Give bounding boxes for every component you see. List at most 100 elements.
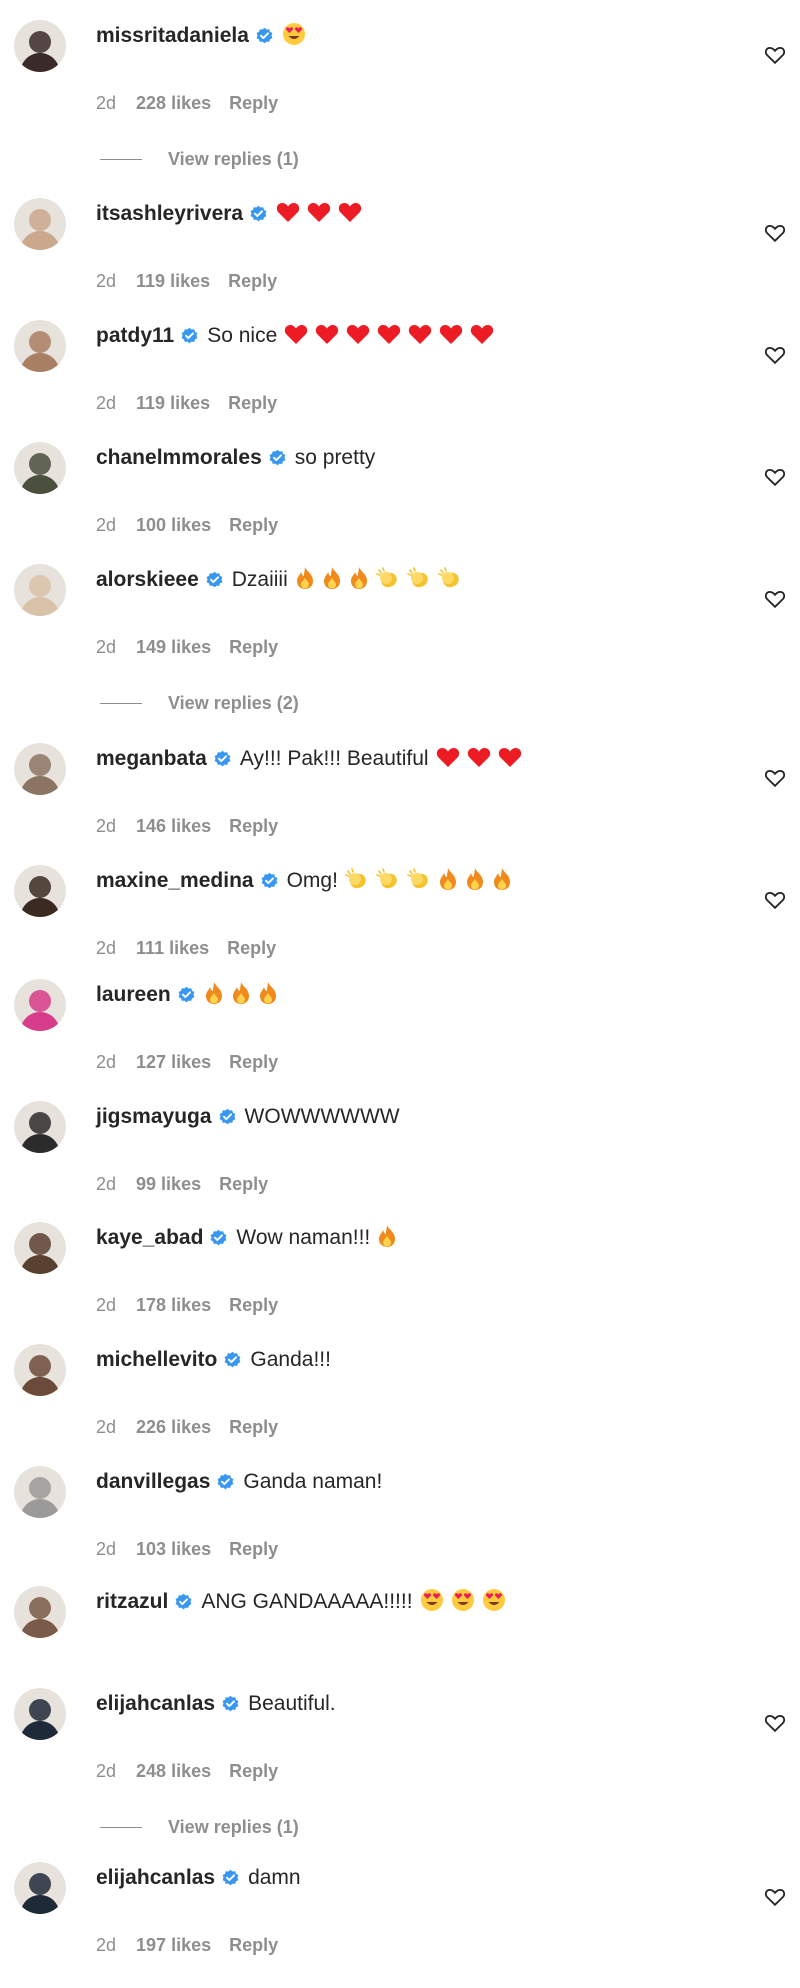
username[interactable]: alorskieee xyxy=(96,566,199,594)
username[interactable]: chanelmmorales xyxy=(96,444,262,472)
timestamp: 2d xyxy=(96,1295,117,1315)
avatar[interactable] xyxy=(14,1466,66,1518)
view-replies-button[interactable]: View replies (1) xyxy=(100,149,299,170)
username[interactable]: michellevito xyxy=(96,1346,217,1374)
like-count[interactable]: 100 likes xyxy=(136,515,211,535)
reply-button[interactable]: Reply xyxy=(228,271,277,291)
reply-button[interactable]: Reply xyxy=(227,938,276,958)
avatar[interactable] xyxy=(14,743,66,795)
username[interactable]: missritadaniela xyxy=(96,22,249,50)
fire-emoji xyxy=(258,981,278,1009)
comment-line: ritzazul ANG GANDAAAAA!!!!! xyxy=(96,1588,506,1616)
avatar[interactable] xyxy=(14,564,66,616)
username[interactable]: jigsmayuga xyxy=(96,1103,212,1131)
like-heart-icon[interactable] xyxy=(764,466,786,488)
like-heart-icon[interactable] xyxy=(764,588,786,610)
reply-button[interactable]: Reply xyxy=(228,393,277,413)
avatar[interactable] xyxy=(14,1586,66,1638)
verified-badge-icon xyxy=(249,205,268,224)
view-replies-button[interactable]: View replies (2) xyxy=(100,693,299,714)
like-count[interactable]: 127 likes xyxy=(136,1052,211,1072)
reply-button[interactable]: Reply xyxy=(229,1935,278,1955)
username[interactable]: patdy11 xyxy=(96,322,174,350)
comment-line: michellevito Ganda!!! xyxy=(96,1346,331,1374)
red-heart-emoji xyxy=(436,746,460,772)
reply-button[interactable]: Reply xyxy=(219,1174,268,1194)
avatar[interactable] xyxy=(14,1688,66,1740)
like-count[interactable]: 226 likes xyxy=(136,1417,211,1437)
username[interactable]: danvillegas xyxy=(96,1468,210,1496)
username[interactable]: laureen xyxy=(96,981,171,1009)
avatar[interactable] xyxy=(14,1344,66,1396)
reply-button[interactable]: Reply xyxy=(229,1052,278,1072)
username[interactable]: elijahcanlas xyxy=(96,1864,215,1892)
like-heart-icon[interactable] xyxy=(764,1712,786,1734)
avatar[interactable] xyxy=(14,979,66,1031)
like-count[interactable]: 248 likes xyxy=(136,1761,211,1781)
like-count[interactable]: 99 likes xyxy=(136,1174,201,1194)
reply-button[interactable]: Reply xyxy=(229,515,278,535)
reply-button[interactable]: Reply xyxy=(229,637,278,657)
red-heart-emoji xyxy=(276,201,300,227)
like-count[interactable]: 119 likes xyxy=(136,393,210,413)
avatar[interactable] xyxy=(14,1222,66,1274)
comment-meta: 2d 248 likes Reply xyxy=(96,1759,278,1783)
like-heart-icon[interactable] xyxy=(764,222,786,244)
like-count[interactable]: 111 likes xyxy=(136,938,209,958)
username[interactable]: kaye_abad xyxy=(96,1224,203,1252)
comment-meta: 2d 100 likes Reply xyxy=(96,513,278,537)
like-heart-icon[interactable] xyxy=(764,1886,786,1908)
comment-line: missritadaniela xyxy=(96,22,306,50)
reply-button[interactable]: Reply xyxy=(229,816,278,836)
avatar[interactable] xyxy=(14,320,66,372)
like-heart-icon[interactable] xyxy=(764,44,786,66)
comment-line: kaye_abad Wow naman!!! xyxy=(96,1224,397,1252)
avatar[interactable] xyxy=(14,198,66,250)
like-count[interactable]: 146 likes xyxy=(136,816,211,836)
verified-badge-icon xyxy=(221,1695,240,1714)
comment-meta: 2d 226 likes Reply xyxy=(96,1415,278,1439)
avatar[interactable] xyxy=(14,865,66,917)
reply-button[interactable]: Reply xyxy=(229,93,278,113)
username[interactable]: maxine_medina xyxy=(96,867,254,895)
comment-text: ANG GANDAAAAA!!!!! xyxy=(201,1590,413,1613)
username[interactable]: ritzazul xyxy=(96,1588,168,1616)
comment-text: damn xyxy=(248,1866,301,1889)
like-heart-icon[interactable] xyxy=(764,767,786,789)
fire-emoji xyxy=(322,566,342,594)
view-replies-button[interactable]: View replies (1) xyxy=(100,1817,299,1838)
red-heart-emoji xyxy=(307,201,331,227)
like-count[interactable]: 197 likes xyxy=(136,1935,211,1955)
username[interactable]: elijahcanlas xyxy=(96,1690,215,1718)
like-count[interactable]: 178 likes xyxy=(136,1295,211,1315)
verified-badge-icon xyxy=(180,327,199,346)
like-heart-icon[interactable] xyxy=(764,344,786,366)
comment-text: Wow naman!!! xyxy=(236,1226,371,1249)
avatar[interactable] xyxy=(14,1862,66,1914)
username[interactable]: itsashleyrivera xyxy=(96,200,243,228)
comment-line: chanelmmorales so pretty xyxy=(96,444,375,472)
reply-button[interactable]: Reply xyxy=(229,1417,278,1437)
like-count[interactable]: 119 likes xyxy=(136,271,210,291)
comment-line: alorskieee Dzaiiii xyxy=(96,566,462,594)
reply-button[interactable]: Reply xyxy=(229,1761,278,1781)
timestamp: 2d xyxy=(96,515,117,535)
comment-text: So nice xyxy=(207,324,278,347)
verified-badge-icon xyxy=(260,872,279,891)
like-count[interactable]: 149 likes xyxy=(136,637,211,657)
avatar[interactable] xyxy=(14,20,66,72)
timestamp: 2d xyxy=(96,1052,117,1072)
reply-button[interactable]: Reply xyxy=(229,1539,278,1559)
view-replies-label[interactable]: View replies (1) xyxy=(168,1817,299,1838)
username[interactable]: meganbata xyxy=(96,745,207,773)
comment-meta: 2d 119 likes Reply xyxy=(96,269,277,293)
like-heart-icon[interactable] xyxy=(764,889,786,911)
like-count[interactable]: 103 likes xyxy=(136,1539,211,1559)
reply-button[interactable]: Reply xyxy=(229,1295,278,1315)
avatar[interactable] xyxy=(14,1101,66,1153)
view-replies-label[interactable]: View replies (1) xyxy=(168,149,299,170)
view-replies-label[interactable]: View replies (2) xyxy=(168,693,299,714)
timestamp: 2d xyxy=(96,637,117,657)
like-count[interactable]: 228 likes xyxy=(136,93,211,113)
avatar[interactable] xyxy=(14,442,66,494)
